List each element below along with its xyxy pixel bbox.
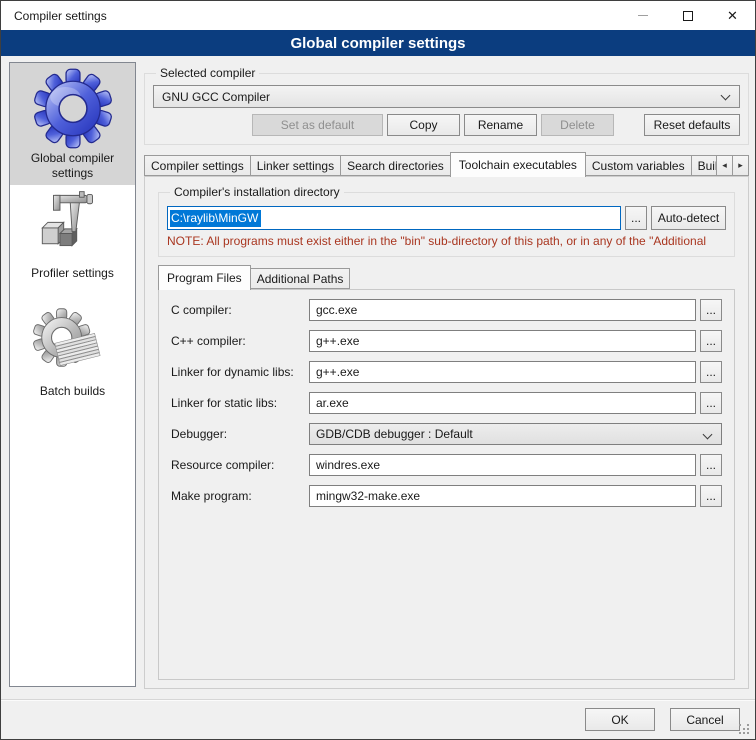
resource-compiler-value: windres.exe <box>316 458 380 472</box>
dynamic-linker-row: Linker for dynamic libs: g++.exe ... <box>171 361 722 383</box>
debugger-value: GDB/CDB debugger : Default <box>316 427 473 441</box>
close-button[interactable]: ✕ <box>710 1 755 30</box>
tab-scroll-right-button[interactable]: ▸ <box>732 155 749 176</box>
sidebar-item-label: Global compiler settings <box>10 149 135 185</box>
resource-compiler-row: Resource compiler: windres.exe ... <box>171 454 722 476</box>
installation-directory-group-label: Compiler's installation directory <box>170 185 344 199</box>
browse-resource-compiler-button[interactable]: ... <box>700 454 722 476</box>
delete-button: Delete <box>541 114 614 136</box>
set-as-default-button: Set as default <box>252 114 383 136</box>
titlebar: Compiler settings ✕ <box>1 1 755 30</box>
browse-directory-button[interactable]: ... <box>625 206 647 230</box>
sidebar-item-global-compiler-settings[interactable]: Global compiler settings <box>10 63 135 185</box>
tab-linker-settings[interactable]: Linker settings <box>250 155 341 176</box>
tab-scroll-left-button[interactable]: ◂ <box>716 155 733 176</box>
debugger-select[interactable]: GDB/CDB debugger : Default <box>309 423 722 445</box>
tab-toolchain-executables[interactable]: Toolchain executables <box>450 152 586 177</box>
program-files-panel: C compiler: gcc.exe ... C++ compiler: g+… <box>158 289 735 680</box>
compiler-select-value: GNU GCC Compiler <box>162 90 270 104</box>
dialog-content: Global compiler settings <box>1 56 755 739</box>
dynamic-linker-value: g++.exe <box>316 365 359 379</box>
static-linker-value: ar.exe <box>316 396 349 410</box>
cpp-compiler-value: g++.exe <box>316 334 359 348</box>
maximize-icon <box>683 11 693 21</box>
tab-scroll-buttons: ◂ ▸ <box>717 155 749 176</box>
sidebar-item-label: Profiler settings <box>27 264 118 285</box>
tab-search-directories[interactable]: Search directories <box>340 155 451 176</box>
tab-build-options[interactable]: Build <box>691 155 717 176</box>
make-program-label: Make program: <box>171 489 309 503</box>
footer-divider <box>1 699 755 701</box>
blue-gear-icon <box>31 68 115 149</box>
browse-static-linker-button[interactable]: ... <box>700 392 722 414</box>
make-program-value: mingw32-make.exe <box>316 489 420 503</box>
window-title: Compiler settings <box>1 9 107 23</box>
c-compiler-label: C compiler: <box>171 303 309 317</box>
c-compiler-input[interactable]: gcc.exe <box>309 299 696 321</box>
auto-detect-button[interactable]: Auto-detect <box>651 206 726 230</box>
selected-compiler-group-label: Selected compiler <box>156 66 259 80</box>
close-icon: ✕ <box>727 9 738 22</box>
minimize-icon <box>638 15 648 16</box>
tab-compiler-settings[interactable]: Compiler settings <box>144 155 251 176</box>
rename-button[interactable]: Rename <box>464 114 537 136</box>
browse-cpp-compiler-button[interactable]: ... <box>700 330 722 352</box>
note-text: NOTE: All programs must exist either in … <box>167 234 726 248</box>
installation-directory-row: C:\raylib\MinGW ... Auto-detect <box>167 206 726 230</box>
static-linker-row: Linker for static libs: ar.exe ... <box>171 392 722 414</box>
gray-gear-stack-icon <box>31 302 115 382</box>
ok-button[interactable]: OK <box>585 708 655 731</box>
installation-directory-input[interactable]: C:\raylib\MinGW <box>167 206 621 230</box>
arrow-left-icon: ◂ <box>722 160 727 171</box>
installation-directory-value: C:\raylib\MinGW <box>170 210 261 227</box>
static-linker-label: Linker for static libs: <box>171 396 309 410</box>
tab-custom-variables[interactable]: Custom variables <box>585 155 692 176</box>
tab-additional-paths[interactable]: Additional Paths <box>250 268 351 289</box>
window-controls: ✕ <box>620 1 755 30</box>
make-program-row: Make program: mingw32-make.exe ... <box>171 485 722 507</box>
browse-make-program-button[interactable]: ... <box>700 485 722 507</box>
c-compiler-value: gcc.exe <box>316 303 357 317</box>
chevron-down-icon <box>703 430 713 440</box>
debugger-row: Debugger: GDB/CDB debugger : Default <box>171 423 722 445</box>
c-compiler-row: C compiler: gcc.exe ... <box>171 299 722 321</box>
sidebar-item-label: Batch builds <box>36 382 109 403</box>
copy-button[interactable]: Copy <box>387 114 460 136</box>
installation-directory-group: Compiler's installation directory C:\ray… <box>158 185 735 257</box>
resource-compiler-input[interactable]: windres.exe <box>309 454 696 476</box>
make-program-input[interactable]: mingw32-make.exe <box>309 485 696 507</box>
debugger-label: Debugger: <box>171 427 309 441</box>
resource-compiler-label: Resource compiler: <box>171 458 309 472</box>
chevron-down-icon <box>721 91 731 101</box>
browse-dynamic-linker-button[interactable]: ... <box>700 361 722 383</box>
main-panel: Selected compiler GNU GCC Compiler Set a… <box>144 56 749 689</box>
cpp-compiler-input[interactable]: g++.exe <box>309 330 696 352</box>
minimize-button <box>620 1 665 30</box>
cpp-compiler-label: C++ compiler: <box>171 334 309 348</box>
browse-c-compiler-button[interactable]: ... <box>700 299 722 321</box>
selected-compiler-group: Selected compiler GNU GCC Compiler Set a… <box>144 66 749 145</box>
page-title: Global compiler settings <box>1 30 755 56</box>
sidebar-item-batch-builds[interactable]: Batch builds <box>10 297 135 419</box>
sidebar-item-profiler-settings[interactable]: Profiler settings <box>10 185 135 297</box>
dynamic-linker-input[interactable]: g++.exe <box>309 361 696 383</box>
dynamic-linker-label: Linker for dynamic libs: <box>171 365 309 379</box>
maximize-button[interactable] <box>665 1 710 30</box>
program-files-tabstrip: Program Files Additional Paths <box>158 264 735 289</box>
arrow-right-icon: ▸ <box>738 160 743 171</box>
dialog-buttons: OK Cancel <box>585 708 740 731</box>
compiler-settings-dialog: Compiler settings ✕ Global compiler sett… <box>0 0 756 740</box>
resize-grip-icon[interactable] <box>739 724 751 736</box>
settings-tabstrip: Compiler settings Linker settings Search… <box>144 151 749 176</box>
toolchain-executables-panel: Compiler's installation directory C:\ray… <box>144 176 749 689</box>
cpp-compiler-row: C++ compiler: g++.exe ... <box>171 330 722 352</box>
static-linker-input[interactable]: ar.exe <box>309 392 696 414</box>
compiler-buttons: Set as default Copy Rename Delete Reset … <box>153 114 740 136</box>
tab-program-files[interactable]: Program Files <box>158 265 251 290</box>
cancel-button[interactable]: Cancel <box>670 708 740 731</box>
caliper-blocks-icon <box>33 190 113 264</box>
reset-defaults-button[interactable]: Reset defaults <box>644 114 740 136</box>
compiler-select[interactable]: GNU GCC Compiler <box>153 85 740 108</box>
settings-category-list: Global compiler settings <box>9 62 136 687</box>
